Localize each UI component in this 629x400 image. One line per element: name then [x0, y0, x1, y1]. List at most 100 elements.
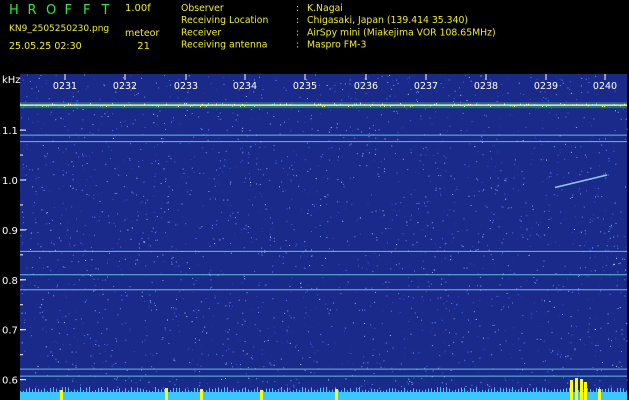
noise-pixel [568, 172, 570, 174]
carrier-speckle [154, 104, 155, 106]
noise-pixel [382, 78, 384, 80]
noise-pixel [480, 75, 482, 77]
noise-pixel [222, 355, 224, 357]
noise-pixel [536, 338, 538, 340]
carrier-speckle [540, 105, 541, 107]
noise-pixel [597, 345, 599, 346]
noise-pixel [526, 280, 528, 282]
noise-pixel [405, 240, 407, 242]
bottom-bar-tick [482, 389, 483, 392]
time-tick-label: 0236 [354, 81, 378, 92]
noise-pixel [347, 281, 349, 283]
noise-pixel [426, 365, 428, 367]
noise-pixel [141, 341, 143, 343]
noise-pixel [618, 263, 620, 265]
noise-pixel [311, 288, 313, 290]
noise-pixel [134, 119, 136, 121]
noise-pixel [425, 235, 426, 237]
noise-pixel [148, 306, 150, 307]
noise-pixel [456, 303, 458, 305]
carrier-speckle [284, 103, 285, 105]
noise-pixel [445, 157, 447, 159]
noise-pixel [167, 221, 169, 223]
noise-pixel [462, 112, 464, 114]
noise-pixel [547, 204, 548, 206]
noise-pixel [579, 174, 581, 176]
noise-pixel [414, 189, 416, 191]
noise-pixel [447, 295, 449, 297]
noise-pixel [479, 139, 481, 141]
noise-pixel [118, 174, 120, 176]
noise-pixel [198, 309, 200, 311]
noise-pixel [543, 159, 545, 160]
noise-pixel [410, 120, 412, 122]
bottom-bar-tick [497, 390, 498, 392]
noise-pixel [380, 161, 382, 163]
noise-pixel [531, 159, 533, 161]
noise-pixel [600, 278, 602, 280]
noise-pixel [366, 165, 368, 167]
noise-pixel [72, 363, 74, 365]
noise-pixel [131, 191, 133, 193]
noise-pixel [223, 83, 225, 85]
noise-pixel [72, 187, 74, 189]
noise-pixel [613, 128, 615, 130]
noise-pixel [288, 167, 290, 169]
noise-pixel [354, 302, 356, 304]
noise-pixel [211, 224, 213, 226]
noise-pixel [520, 226, 522, 228]
noise-pixel [266, 381, 268, 383]
noise-pixel [562, 304, 564, 306]
noise-pixel [242, 350, 244, 352]
noise-pixel [283, 87, 285, 89]
noise-pixel [75, 366, 77, 368]
noise-pixel [454, 308, 456, 309]
noise-pixel [135, 231, 137, 233]
carrier-speckle [516, 105, 517, 107]
bottom-bar-tick [86, 387, 87, 392]
noise-pixel [265, 208, 267, 210]
noise-pixel [373, 159, 375, 161]
noise-pixel [315, 226, 316, 228]
noise-pixel [250, 176, 252, 177]
noise-pixel [327, 178, 329, 180]
noise-pixel [197, 226, 199, 228]
noise-pixel [311, 326, 313, 328]
noise-pixel [609, 293, 611, 295]
noise-pixel [246, 292, 248, 294]
noise-pixel [484, 114, 486, 116]
noise-pixel [435, 195, 436, 197]
carrier-speckle [286, 103, 287, 105]
noise-pixel [590, 140, 592, 142]
noise-pixel [434, 269, 436, 271]
noise-pixel [517, 254, 519, 256]
noise-pixel [305, 115, 307, 117]
noise-pixel [286, 329, 288, 331]
noise-pixel [546, 391, 548, 392]
noise-pixel [245, 229, 247, 231]
noise-pixel [251, 385, 253, 387]
noise-pixel [453, 341, 455, 343]
noise-pixel [132, 123, 134, 125]
noise-pixel [90, 176, 92, 178]
noise-pixel [499, 344, 501, 346]
noise-pixel [597, 217, 599, 219]
noise-pixel [210, 269, 212, 271]
noise-pixel [548, 176, 550, 178]
noise-pixel [71, 99, 73, 101]
noise-pixel [305, 312, 307, 314]
noise-pixel [320, 198, 322, 200]
noise-pixel [423, 164, 425, 166]
noise-pixel [587, 331, 589, 333]
noise-pixel [56, 286, 58, 288]
noise-pixel [414, 312, 416, 314]
noise-pixel [243, 228, 245, 230]
noise-pixel [73, 284, 75, 285]
noise-pixel [254, 270, 256, 272]
noise-pixel [578, 288, 580, 290]
noise-pixel [611, 340, 612, 342]
noise-pixel [261, 349, 263, 351]
noise-pixel [92, 346, 94, 348]
bottom-bar-tick [455, 389, 456, 392]
noise-pixel [227, 199, 229, 201]
